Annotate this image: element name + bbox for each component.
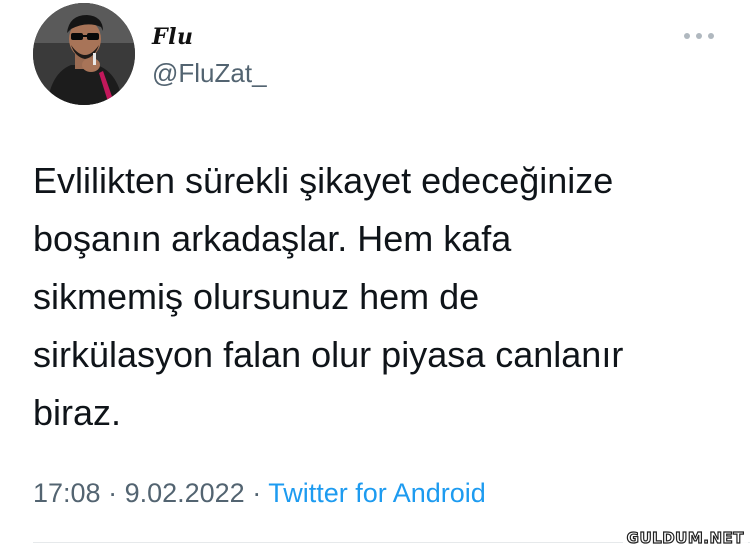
- avatar[interactable]: [33, 3, 135, 105]
- tweet-time[interactable]: 17:08: [33, 478, 101, 508]
- more-dot: [684, 33, 690, 39]
- tweet-date[interactable]: 9.02.2022: [125, 478, 245, 508]
- meta-separator: ·: [100, 478, 125, 508]
- display-name[interactable]: Flu: [152, 24, 193, 50]
- meta-separator: ·: [244, 478, 269, 508]
- watermark: GULDUM.NET: [622, 528, 748, 548]
- user-handle[interactable]: @FluZat_: [152, 58, 267, 89]
- tweet-meta: 17:08 · 9.02.2022 · Twitter for Android: [33, 478, 486, 509]
- profile-photo-icon: [33, 3, 135, 105]
- more-dot: [708, 33, 714, 39]
- tweet-text: Evlilikten sürekli şikayet edeceğinize b…: [33, 160, 624, 433]
- more-options-icon[interactable]: [684, 24, 714, 48]
- tweet-source-link[interactable]: Twitter for Android: [268, 478, 486, 508]
- more-dot: [696, 33, 702, 39]
